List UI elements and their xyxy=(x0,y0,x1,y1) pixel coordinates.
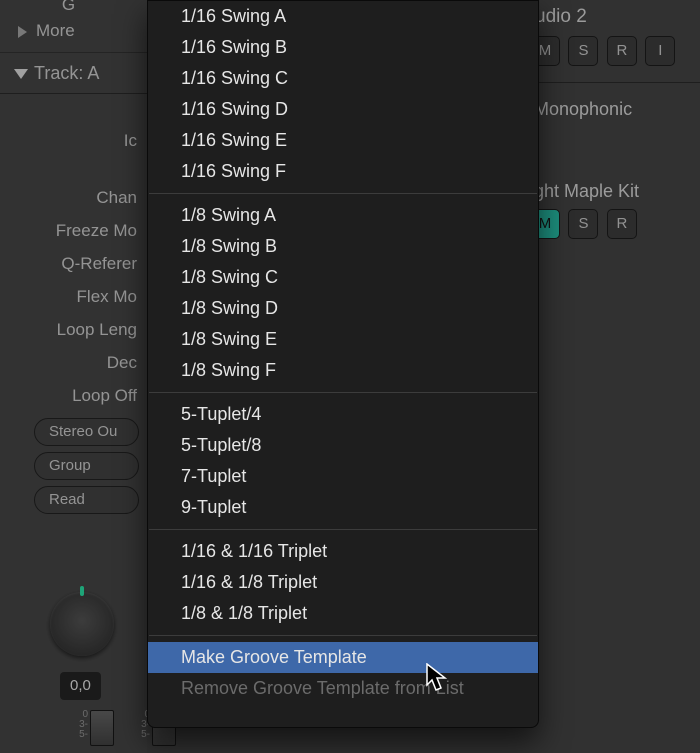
menu-item[interactable]: 1/8 Swing F xyxy=(148,355,538,386)
read-label: Read xyxy=(49,491,85,508)
track-header-panel: udio 2 M S R I Monophonic ght Maple Kit … xyxy=(530,0,700,753)
record-button-2[interactable]: R xyxy=(607,209,637,239)
menu-separator xyxy=(149,193,537,194)
mode-label: Monophonic xyxy=(530,93,700,125)
menu-item[interactable]: 1/8 Swing C xyxy=(148,262,538,293)
pan-knob[interactable] xyxy=(50,592,114,656)
menu-item[interactable]: 1/16 Swing F xyxy=(148,156,538,187)
more-disclosure[interactable]: More xyxy=(0,10,147,53)
menu-item[interactable]: 1/8 Swing A xyxy=(148,200,538,231)
inspector-row-dec: Dec xyxy=(0,346,147,379)
menu-item[interactable]: 1/8 Swing B xyxy=(148,231,538,262)
menu-item-make-groove-template[interactable]: Make Groove Template xyxy=(148,642,538,673)
menu-item[interactable]: 1/16 Swing C xyxy=(148,63,538,94)
menu-item[interactable]: 1/8 Swing E xyxy=(148,324,538,355)
input-button[interactable]: I xyxy=(645,36,675,66)
inspector-row-flex: Flex Mo xyxy=(0,280,147,313)
more-label: More xyxy=(36,21,75,40)
stereo-out-button[interactable]: Stereo Ou xyxy=(34,418,139,446)
track-header-label: Track: A xyxy=(14,63,99,83)
menu-item[interactable]: 9-Tuplet xyxy=(148,492,538,523)
menu-item[interactable]: 1/8 & 1/8 Triplet xyxy=(148,598,538,629)
menu-item-remove-groove-template: Remove Groove Template from List xyxy=(148,673,538,704)
menu-separator xyxy=(149,392,537,393)
solo-button-2[interactable]: S xyxy=(568,209,598,239)
inspector-row-icon: Ic xyxy=(0,124,147,157)
menu-separator xyxy=(149,635,537,636)
inspector-row-qref: Q-Referer xyxy=(0,247,147,280)
track-title: udio 2 xyxy=(530,0,700,34)
stereo-out-label: Stereo Ou xyxy=(49,423,117,440)
inspector-panel: G More Track: A Ic Chan Freeze Mo Q-Refe… xyxy=(0,0,147,753)
track-button-row-1: M S R I xyxy=(530,34,700,76)
solo-button[interactable]: S xyxy=(568,36,598,66)
menu-item[interactable]: 1/16 Swing D xyxy=(148,94,538,125)
inspector-row-channel: Chan xyxy=(0,181,147,214)
menu-item[interactable]: 1/16 & 1/8 Triplet xyxy=(148,567,538,598)
fader-1[interactable] xyxy=(90,710,114,746)
inspector-row-g: G xyxy=(0,0,147,10)
menu-item[interactable]: 1/16 Swing A xyxy=(148,1,538,32)
menu-item[interactable]: 5-Tuplet/4 xyxy=(148,399,538,430)
quantize-menu: 1/16 Swing A 1/16 Swing B 1/16 Swing C 1… xyxy=(147,0,539,728)
menu-item[interactable]: 5-Tuplet/8 xyxy=(148,430,538,461)
menu-item[interactable]: 1/8 Swing D xyxy=(148,293,538,324)
automation-read-button[interactable]: Read xyxy=(34,486,139,514)
menu-item[interactable]: 1/16 Swing B xyxy=(148,32,538,63)
fader-scale-1: 0 3- 5- xyxy=(76,710,88,748)
menu-separator xyxy=(149,529,537,530)
track-header[interactable]: Track: A xyxy=(0,53,147,94)
kit-label: ght Maple Kit xyxy=(530,175,700,207)
menu-item[interactable]: 1/16 Swing E xyxy=(148,125,538,156)
inspector-row-loopoff: Loop Off xyxy=(0,379,147,412)
inspector-row-freeze: Freeze Mo xyxy=(0,214,147,247)
pan-readout: 0,0 xyxy=(60,672,101,700)
track-button-row-2: M S R xyxy=(530,207,700,249)
menu-item[interactable]: 1/16 & 1/16 Triplet xyxy=(148,536,538,567)
record-button[interactable]: R xyxy=(607,36,637,66)
group-label: Group xyxy=(49,457,91,474)
group-button[interactable]: Group xyxy=(34,452,139,480)
menu-item[interactable]: 7-Tuplet xyxy=(148,461,538,492)
inspector-row-looplen: Loop Leng xyxy=(0,313,147,346)
